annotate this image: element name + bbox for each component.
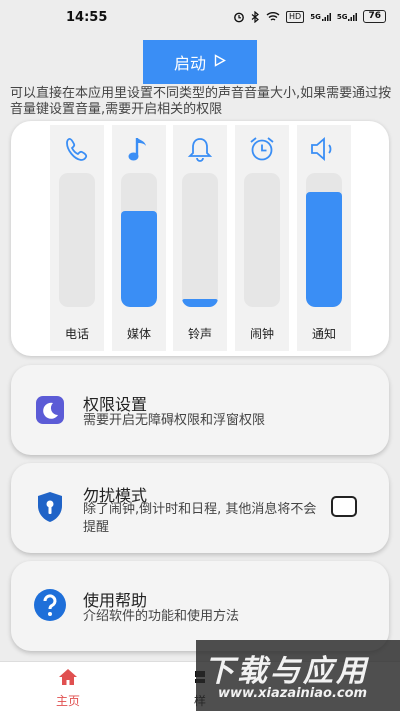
volume-label-alarm: 闹钟 xyxy=(249,327,274,341)
volume-label-ringtone: 铃声 xyxy=(187,327,212,341)
music-note-icon xyxy=(112,131,166,167)
volume-channel-alarm: 闹钟 xyxy=(235,125,289,351)
shield-icon xyxy=(33,490,67,524)
volume-panel: 电话 媒体 铃声 闹钟 通知 xyxy=(11,121,389,356)
status-time: 14:55 xyxy=(66,10,108,25)
permission-settings-card[interactable]: 权限设置 需要开启无障碍权限和浮窗权限 xyxy=(11,365,389,455)
watermark: 下载与应用 www.xiazainiao.com xyxy=(196,640,400,711)
volume-label-media: 媒体 xyxy=(126,327,151,341)
dnd-desc: 除了闹钟,倒计时和日程, 其他消息将不会提醒 xyxy=(83,502,317,535)
volume-slider-ringtone[interactable] xyxy=(182,173,218,307)
battery-indicator: 76 xyxy=(363,10,386,23)
alarm-status-icon xyxy=(233,11,245,23)
home-icon xyxy=(58,669,78,690)
help-card[interactable]: 使用帮助 介绍软件的功能和使用方法 xyxy=(11,561,389,651)
question-icon xyxy=(33,588,67,622)
moon-icon xyxy=(33,393,67,427)
hd-badge: HD xyxy=(286,10,305,23)
permission-desc: 需要开启无障碍权限和浮窗权限 xyxy=(83,413,266,428)
volume-label-notification: 通知 xyxy=(311,327,336,341)
signal-icon-1: 5G xyxy=(310,12,331,22)
volume-level-fill xyxy=(121,210,157,307)
phone-icon xyxy=(50,131,104,167)
dnd-mode-card[interactable]: 勿扰模式 除了闹钟,倒计时和日程, 其他消息将不会提醒 xyxy=(11,463,389,553)
volume-channel-media: 媒体 xyxy=(112,125,166,351)
dnd-checkbox[interactable] xyxy=(331,496,357,517)
volume-slider-media[interactable] xyxy=(121,173,157,307)
speaker-icon xyxy=(297,131,351,167)
status-icons: HD 5G 5G 76 xyxy=(233,10,386,23)
intro-text: 可以直接在本应用里设置不同类型的声音音量大小,如果需要通过按音量键设置音量,需要… xyxy=(10,86,392,117)
volume-level-fill xyxy=(182,298,218,307)
volume-channel-notification: 通知 xyxy=(297,125,351,351)
nav-home[interactable]: 主页 xyxy=(40,668,96,709)
watermark-url: www.xiazainiao.com xyxy=(218,686,368,701)
bluetooth-icon xyxy=(251,10,260,23)
help-desc: 介绍软件的功能和使用方法 xyxy=(83,609,240,624)
volume-slider-notification[interactable] xyxy=(306,173,342,307)
alarm-clock-icon xyxy=(235,131,289,167)
play-icon xyxy=(214,53,226,71)
volume-channel-phone: 电话 xyxy=(50,125,104,351)
status-bar: 14:55 HD 5G 5G 76 xyxy=(0,0,400,34)
start-button[interactable]: 启动 xyxy=(143,40,257,84)
volume-channel-ringtone: 铃声 xyxy=(173,125,227,351)
bell-icon xyxy=(173,131,227,167)
volume-label-phone: 电话 xyxy=(64,327,89,341)
signal-icon-2: 5G xyxy=(337,12,358,22)
nav-home-label: 主页 xyxy=(55,694,80,708)
volume-level-fill xyxy=(306,191,342,307)
wifi-icon xyxy=(266,11,280,22)
volume-slider-phone[interactable] xyxy=(59,173,95,307)
start-button-label: 启动 xyxy=(173,54,206,73)
watermark-text: 下载与应用 xyxy=(204,654,369,689)
volume-slider-alarm[interactable] xyxy=(244,173,280,307)
